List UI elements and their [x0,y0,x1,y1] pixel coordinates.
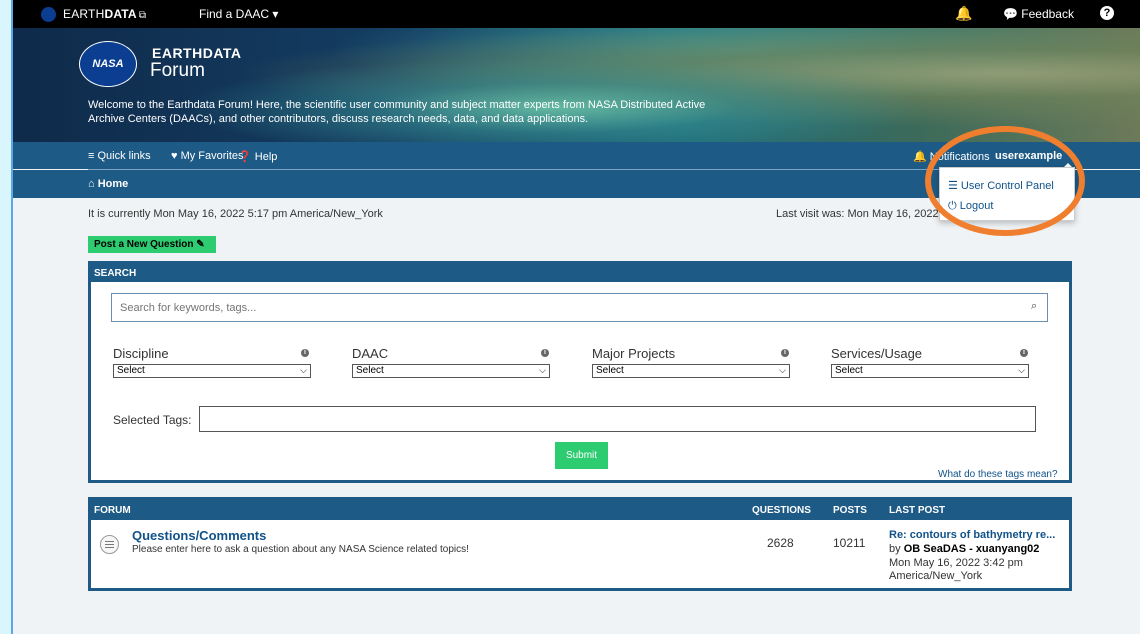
chevron-down-icon: ⌵ [300,365,307,375]
forum-question-count: 2628 [767,536,794,550]
services-usage-select[interactable]: Select ⌵ [831,364,1029,378]
banner-title: EARTHDATA [152,45,242,61]
forum-col-questions: QUESTIONS [752,505,811,516]
last-post-timezone: America/New_York [889,570,983,582]
selected-tags-input[interactable] [199,406,1036,432]
services-usage-select-value: Select [835,365,863,376]
forum-description: Please enter here to ask a question abou… [132,544,469,555]
nasa-logo[interactable]: NASA [79,41,137,87]
daac-select-value: Select [356,365,384,376]
orange-highlight-circle [925,126,1085,236]
screenshot-frame: EARTHDATA ⧉ Find a DAAC ▾ 🔔 💬 Feedback ? … [0,0,1140,634]
browser-page: EARTHDATA ⧉ Find a DAAC ▾ 🔔 💬 Feedback ? … [11,0,1140,634]
brand-light: EARTH [63,7,105,21]
forum-col-posts: POSTS [833,505,867,516]
search-icon[interactable]: ⌕ [1031,300,1037,313]
forum-header: FORUM QUESTIONS POSTS LAST POST [91,500,1069,520]
earthdata-link[interactable]: EARTHDATA ⧉ [63,7,146,21]
background-margin [0,0,11,634]
last-post-by-word: by [889,543,901,555]
last-post-date: Mon May 16, 2022 3:42 pm [889,557,1023,569]
forum-title-link[interactable]: Questions/Comments [132,528,266,543]
my-favorites-link[interactable]: ♥ My Favorites [171,150,244,162]
major-projects-select-value: Select [596,365,624,376]
external-link-icon: ⧉ [138,10,147,21]
search-panel: SEARCH ⌕ Discipline i Select ⌵ DAAC i Sel… [88,261,1072,483]
current-time: It is currently Mon May 16, 2022 5:17 pm… [88,208,383,220]
forum-col-forum: FORUM [94,505,131,516]
discipline-select[interactable]: Select ⌵ [113,364,311,378]
forum-banner: NASA EARTHDATA Forum Welcome to the Eart… [13,28,1140,142]
daac-label: DAAC [352,346,389,361]
chevron-down-icon: ⌵ [779,365,786,375]
last-visit: Last visit was: Mon May 16, 2022 [776,208,939,220]
breadcrumb-home[interactable]: ⌂ Home [88,178,128,190]
daac-info-icon[interactable]: i [541,349,549,357]
services-usage-label: Services/Usage [831,346,923,361]
last-post-by: by OB SeaDAS - xuanyang02 [889,543,1039,555]
search-header-label: SEARCH [94,268,137,279]
discipline-label: Discipline [113,346,169,361]
bell-icon[interactable]: 🔔 [955,5,972,22]
discipline-select-value: Select [117,365,145,376]
major-projects-info-icon[interactable]: i [781,349,789,357]
welcome-text: Welcome to the Earthdata Forum! Here, th… [88,99,706,125]
brand-bold: DATA [104,7,137,21]
last-post-author-link[interactable]: OB SeaDAS - xuanyang02 [904,543,1040,555]
banner-subtitle: Forum [150,60,205,81]
find-daac-menu[interactable]: Find a DAAC ▾ [199,7,278,21]
discipline-info-icon[interactable]: i [301,349,309,357]
search-header: SEARCH [91,264,1069,282]
major-projects-select[interactable]: Select ⌵ [592,364,790,378]
forum-col-last-post: LAST POST [889,505,946,516]
services-usage-info-icon[interactable]: i [1020,349,1028,357]
quick-links-menu[interactable]: ≡ Quick links [88,150,151,162]
last-post-title-link[interactable]: Re: contours of bathymetry re... [889,529,1055,541]
earthdata-topbar: EARTHDATA ⧉ Find a DAAC ▾ 🔔 💬 Feedback ? [13,0,1140,28]
chevron-down-icon: ⌵ [1018,365,1025,375]
chevron-down-icon: ⌵ [539,365,546,375]
tags-help-link[interactable]: What do these tags mean? [938,469,1058,480]
forum-post-count: 10211 [833,536,866,550]
selected-tags-label: Selected Tags: [113,413,192,427]
forum-panel: FORUM QUESTIONS POSTS LAST POST Question… [88,497,1072,591]
help-link[interactable]: ❓ Help [238,150,277,163]
daac-select[interactable]: Select ⌵ [352,364,550,378]
post-new-question-button[interactable]: Post a New Question ✎ [88,236,216,253]
search-input[interactable] [111,293,1048,322]
help-icon[interactable]: ? [1100,6,1114,20]
major-projects-label: Major Projects [592,346,676,361]
nasa-mini-logo-icon[interactable] [41,7,56,22]
feedback-link[interactable]: 💬 Feedback [1003,7,1074,21]
forum-read-icon [100,535,119,554]
submit-button[interactable]: Submit [555,442,608,469]
